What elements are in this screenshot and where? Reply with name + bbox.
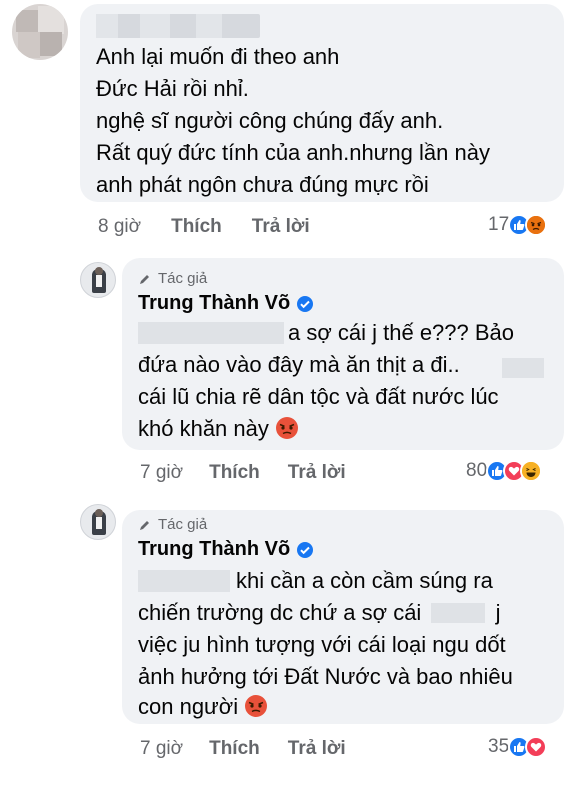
reply-text-line: đứa nào vào đây mà ăn thịt a đi.. xyxy=(138,352,460,377)
mentioned-name-redacted[interactable] xyxy=(138,322,284,344)
reply-button[interactable]: Trả lời xyxy=(288,462,346,484)
avatar-blur-block xyxy=(18,32,40,58)
angry-icon xyxy=(525,214,548,236)
author-name-text: Trung Thành Võ xyxy=(138,538,291,560)
reply-time[interactable]: 7 giờ xyxy=(140,738,183,760)
reply-button[interactable]: Trả lời xyxy=(288,738,346,760)
reply-text-line: chiến trường dc chứ a sợ cái j xyxy=(138,598,500,628)
author-name[interactable]: Trung Thành Võ xyxy=(138,538,314,561)
like-button[interactable]: Thích xyxy=(209,462,260,484)
haha-icon xyxy=(520,460,543,482)
comment-text-line: Đức Hải rồi nhỉ. xyxy=(96,76,249,101)
reply-button[interactable]: Trả lời xyxy=(252,216,310,238)
love-icon xyxy=(525,736,548,758)
author-tag: Tác giả xyxy=(138,516,207,533)
comment-actions: 8 giờ Thích Trả lời xyxy=(98,216,310,238)
reply-text-line: cái lũ chia rẽ dân tộc và đất nước lúc xyxy=(138,384,499,409)
reply-actions: 7 giờ Thích Trả lời xyxy=(140,738,346,760)
reply-actions: 7 giờ Thích Trả lời xyxy=(140,462,346,484)
reaction-count: 80 xyxy=(466,460,488,481)
reaction-count: 17 xyxy=(488,214,510,235)
comment-text-line: Rất quý đức tính của anh.nhưng lần này xyxy=(96,140,490,165)
text-redacted xyxy=(431,603,486,623)
reply-text-line: con người xyxy=(138,692,268,722)
avatar-blur-block xyxy=(40,32,62,56)
commenter-avatar[interactable] xyxy=(12,4,68,60)
text-redacted xyxy=(502,358,544,378)
verified-badge-icon xyxy=(297,295,314,312)
reply-text-line: a sợ cái j thế e??? Bảo xyxy=(288,320,515,345)
avatar-figure xyxy=(96,275,102,287)
pencil-icon xyxy=(140,274,149,284)
comment-text-line: anh phát ngôn chưa đúng mực rồi xyxy=(96,172,429,197)
reply-time[interactable]: 7 giờ xyxy=(140,462,183,484)
reply-text: chiến trường dc chứ a sợ cái xyxy=(138,600,422,625)
avatar-figure xyxy=(95,267,103,275)
reply-text: khó khăn này xyxy=(138,416,269,441)
comment-text-line: Anh lại muốn đi theo anh xyxy=(96,44,340,69)
avatar-blur-block xyxy=(38,6,64,34)
author-tag-label: Tác giả xyxy=(158,516,208,533)
reaction-count: 35 xyxy=(488,736,510,757)
reply-text-line: việc ju hình tượng với cái loại ngu dốt xyxy=(138,632,506,657)
author-name-text: Trung Thành Võ xyxy=(138,292,291,314)
reply-text-line: khó khăn này xyxy=(138,414,299,444)
mentioned-name-redacted[interactable] xyxy=(138,570,230,592)
reply-text: con người xyxy=(138,694,239,719)
reaction-summary[interactable]: 17 xyxy=(488,214,548,236)
avatar-figure xyxy=(95,509,103,517)
author-avatar[interactable] xyxy=(80,504,116,540)
like-button[interactable]: Thích xyxy=(171,216,222,238)
author-name[interactable]: Trung Thành Võ xyxy=(138,292,314,315)
reaction-summary[interactable]: 35 xyxy=(488,736,548,758)
avatar-figure xyxy=(96,517,102,529)
reply-text: j xyxy=(495,600,501,625)
author-avatar[interactable] xyxy=(80,262,116,298)
verified-badge-icon xyxy=(297,541,314,558)
commenter-name-redacted[interactable] xyxy=(96,14,260,38)
reply-text-line: khi cần a còn cầm súng ra xyxy=(236,568,493,593)
author-tag: Tác giả xyxy=(138,270,207,287)
pencil-icon xyxy=(140,520,149,530)
like-button[interactable]: Thích xyxy=(209,738,260,760)
angry-emoji-icon xyxy=(276,417,298,439)
reply-text-line: ảnh hưởng tới Đất Nước và bao nhiêu xyxy=(138,664,513,689)
reaction-summary[interactable]: 80 xyxy=(466,460,543,482)
comment-time[interactable]: 8 giờ xyxy=(98,216,141,238)
comment-text-line: nghệ sĩ người công chúng đấy anh. xyxy=(96,108,444,133)
author-tag-label: Tác giả xyxy=(158,270,208,287)
angry-emoji-icon xyxy=(245,695,268,717)
